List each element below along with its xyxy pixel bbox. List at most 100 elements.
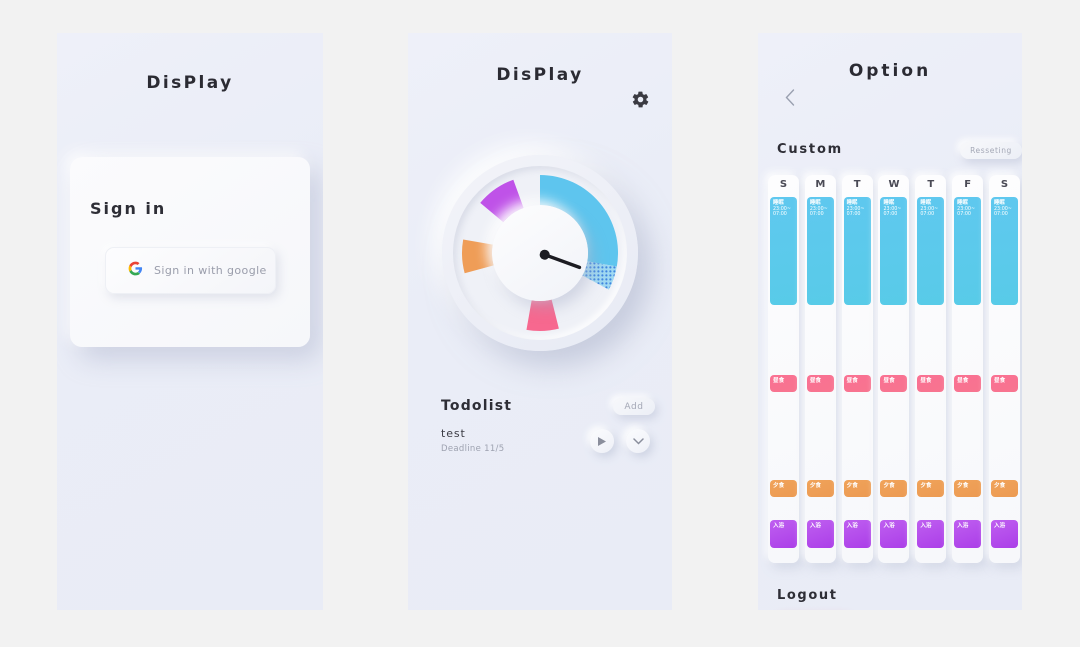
todo-title: test [441,427,466,440]
event-name: 入浴 [846,523,858,529]
day-column[interactable]: W 睡眠 23:00~ 07:00 昼食夕食入浴 [878,175,910,563]
signin-screen: DisPlay Sign in Sign in with google [57,33,323,610]
event-block-lunch[interactable]: 昼食 [770,375,797,392]
event-name: 入浴 [920,523,932,529]
event-name: 昼食 [957,378,969,384]
event-time: 07:00 [993,212,1008,218]
day-column[interactable]: S 睡眠 23:00~ 07:00 昼食夕食入浴 [988,175,1020,563]
event-block-dinner[interactable]: 夕食 [917,480,945,497]
event-block-sleep[interactable]: 睡眠 23:00~ 07:00 [806,197,834,305]
day-column[interactable]: M 睡眠 23:00~ 07:00 昼食夕食入浴 [804,175,836,563]
event-block-bath[interactable]: 入浴 [843,520,871,548]
event-name: 入浴 [993,523,1006,529]
event-block-dinner[interactable]: 夕食 [954,480,982,497]
chevron-down-icon [632,437,644,445]
option-screen: Option Custom Resseting S 睡眠 23:00~ 07:00 昼食… [758,33,1022,610]
app-title: DisPlay [496,65,584,85]
gear-icon[interactable] [631,90,650,113]
event-name: 昼食 [809,378,822,384]
event-block-dinner[interactable]: 夕食 [770,480,797,497]
signin-heading: Sign in [90,199,167,218]
day-label: T [853,179,861,190]
event-block-bath[interactable]: 入浴 [917,520,945,548]
day-column[interactable]: T 睡眠 23:00~ 07:00 昼食夕食入浴 [915,175,947,563]
event-name: 夕食 [846,483,858,489]
event-name: 睡眠 [993,200,1005,206]
day-column[interactable]: T 睡眠 23:00~ 07:00 昼食夕食入浴 [841,175,873,563]
event-block-sleep[interactable]: 睡眠 23:00~ 07:00 [843,197,871,305]
display-screen: DisPlay Todolist Add test Deadline 11/5 [408,33,672,610]
event-block-lunch[interactable]: 昼食 [954,375,982,392]
event-block-bath[interactable]: 入浴 [954,520,982,548]
event-name: 入浴 [957,523,969,529]
event-name: 入浴 [809,523,822,529]
day-label: F [964,179,972,190]
event-block-sleep[interactable]: 睡眠 23:00~ 07:00 [954,197,982,305]
event-block-bath[interactable]: 入浴 [880,520,908,548]
event-name: 夕食 [920,483,932,489]
day-label: M [815,179,826,190]
event-name: 昼食 [883,378,895,384]
clock-segment-lunch [526,299,559,331]
chevron-left-icon [785,89,795,106]
event-time: 07:00 [773,212,787,218]
signin-card: Sign in Sign in with google [70,157,310,347]
event-name: 睡眠 [809,200,821,206]
app-title: DisPlay [146,73,234,93]
event-block-bath[interactable]: 入浴 [806,520,834,548]
event-time: 07:00 [846,212,861,218]
event-block-lunch[interactable]: 昼食 [917,375,945,392]
day-label: T [927,179,935,190]
todolist-heading: Todolist [441,398,513,414]
event-time: 07:00 [957,212,971,218]
weekly-schedule-grid: S 睡眠 23:00~ 07:00 昼食夕食入浴 M 睡眠 23:00~ 07:00 昼食夕食入浴… [768,175,1020,563]
event-block-sleep[interactable]: 睡眠 23:00~ 07:00 [880,197,908,305]
page-title: Option [848,61,932,81]
event-name: 昼食 [846,378,858,384]
todo-item[interactable]: test Deadline 11/5 [441,427,504,454]
play-icon [598,436,606,446]
resseting-button[interactable]: Resseting [960,142,1022,159]
event-block-bath[interactable]: 入浴 [770,520,797,548]
day-label: S [1000,179,1009,190]
event-name: 睡眠 [846,200,858,206]
event-block-lunch[interactable]: 昼食 [880,375,908,392]
event-name: 夕食 [993,483,1006,489]
event-block-dinner[interactable]: 夕食 [880,480,908,497]
event-name: 睡眠 [773,200,784,206]
event-block-bath[interactable]: 入浴 [990,520,1018,548]
event-block-sleep[interactable]: 睡眠 23:00~ 07:00 [990,197,1018,305]
event-block-lunch[interactable]: 昼食 [806,375,834,392]
event-block-dinner[interactable]: 夕食 [843,480,871,497]
day-label: S [779,179,788,190]
add-todo-button[interactable]: Add [613,398,655,415]
back-button[interactable] [785,89,795,110]
google-icon [128,261,143,280]
todo-complete-button[interactable] [626,429,650,453]
day-column[interactable]: S 睡眠 23:00~ 07:00 昼食夕食入浴 [768,175,799,563]
event-time: 07:00 [883,212,898,218]
day-label: W [888,179,900,190]
event-name: 入浴 [773,523,785,529]
day-column[interactable]: F 睡眠 23:00~ 07:00 昼食夕食入浴 [952,175,984,563]
event-name: 入浴 [883,523,895,529]
clock-segment-dinner [462,239,494,274]
event-block-lunch[interactable]: 昼食 [990,375,1018,392]
event-block-lunch[interactable]: 昼食 [843,375,871,392]
event-name: 睡眠 [920,200,932,206]
event-name: 夕食 [957,483,969,489]
event-name: 睡眠 [957,200,968,206]
event-name: 夕食 [883,483,895,489]
event-block-sleep[interactable]: 睡眠 23:00~ 07:00 [770,197,797,305]
event-block-dinner[interactable]: 夕食 [806,480,834,497]
event-block-dinner[interactable]: 夕食 [990,480,1018,497]
logout-heading: Logout [777,588,838,603]
schedule-clock[interactable] [442,155,638,351]
todo-play-button[interactable] [590,429,614,453]
event-name: 睡眠 [883,200,895,206]
google-signin-button[interactable]: Sign in with google [105,247,276,294]
google-signin-label: Sign in with google [154,264,267,277]
event-block-sleep[interactable]: 睡眠 23:00~ 07:00 [917,197,945,305]
event-time: 07:00 [920,212,935,218]
event-name: 昼食 [773,378,785,384]
